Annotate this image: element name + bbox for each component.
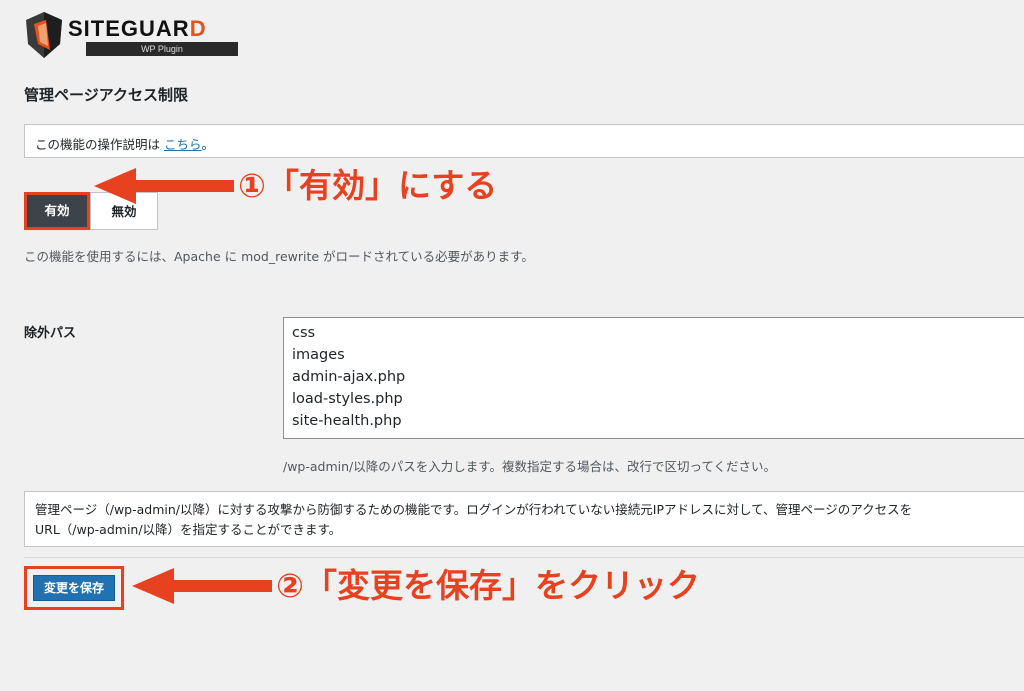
exclude-path-label: 除外パス (24, 326, 77, 341)
arrow-left-icon (94, 168, 234, 204)
exclude-path-help: /wp-admin/以降のパスを入力します。複数指定する場合は、改行で区切ってく… (283, 459, 777, 474)
page-title: 管理ページアクセス制限 (24, 86, 188, 104)
shield-logo-icon (26, 12, 62, 58)
brand-name: SITEGUARD (68, 16, 207, 41)
divider (24, 557, 1024, 558)
feature-description: 管理ページ（/wp-admin/以降）に対する攻撃から防御するための機能です。ロ… (24, 491, 1024, 547)
annotation-step1: ①「有効」にする (238, 166, 498, 205)
annotation-step2: ②「変更を保存」をクリック (276, 566, 700, 605)
enable-button[interactable]: 有効 (24, 192, 90, 230)
arrow-left-icon-2 (132, 568, 272, 604)
save-button[interactable]: 変更を保存 (33, 575, 115, 601)
exclude-path-textarea[interactable] (283, 317, 1024, 439)
help-notice: この機能の操作説明は こちら。 (24, 124, 1024, 158)
save-highlight: 変更を保存 (24, 566, 124, 610)
brand-subtitle: WP Plugin (86, 42, 238, 56)
help-link[interactable]: こちら (164, 137, 202, 152)
siteguard-logo: SITEGUARD WP Plugin (24, 10, 254, 60)
mod-rewrite-note: この機能を使用するには、Apache に mod_rewrite がロードされて… (24, 249, 534, 264)
